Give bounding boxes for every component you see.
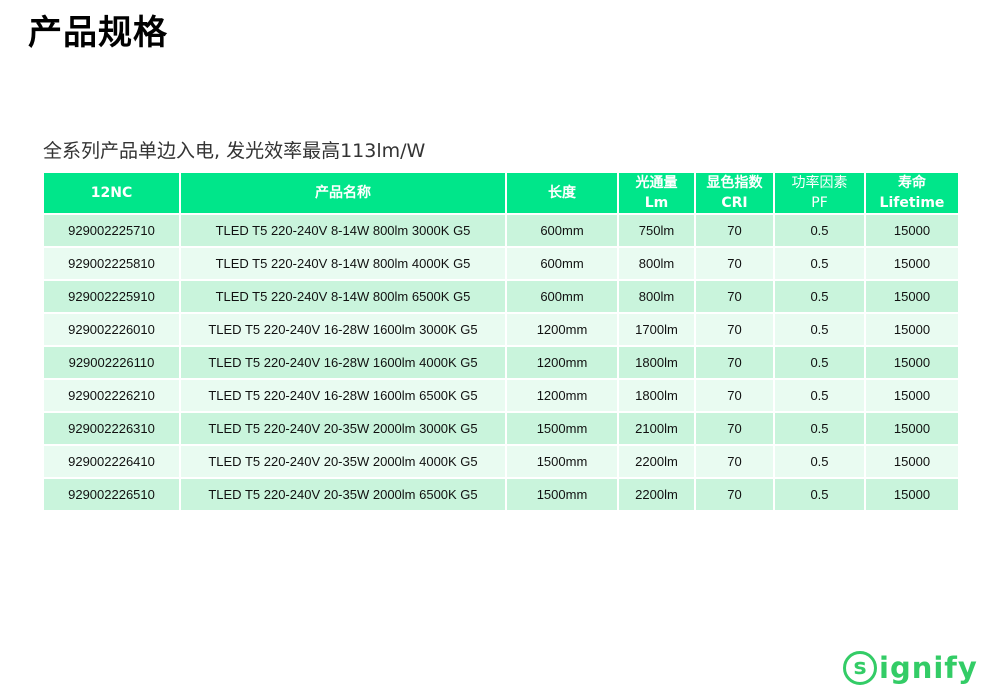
header-pf: 功率因素 PF [775, 173, 864, 213]
cell-length: 600mm [507, 215, 617, 246]
cell-lumen: 2100lm [619, 413, 694, 444]
cell-pf: 0.5 [775, 215, 864, 246]
cell-lumen: 800lm [619, 281, 694, 312]
cell-lumen: 2200lm [619, 479, 694, 510]
cell-12nc: 929002226210 [44, 380, 179, 411]
cell-lifetime: 15000 [866, 347, 958, 378]
page-title: 产品规格 [28, 13, 168, 53]
cell-lifetime: 15000 [866, 446, 958, 477]
table-header-row: 12NC 产品名称 长度 光通量 Lm 显色指数 CRI 功率因素 PF 寿命 Life… [44, 173, 958, 213]
cell-lumen: 1800lm [619, 380, 694, 411]
cell-lifetime: 15000 [866, 215, 958, 246]
page-subtitle: 全系列产品单边入电, 发光效率最高113lm/W [43, 140, 426, 162]
cell-product-name: TLED T5 220-240V 20-35W 2000lm 6500K G5 [181, 479, 505, 510]
cell-12nc: 929002225810 [44, 248, 179, 279]
cell-lumen: 1800lm [619, 347, 694, 378]
cell-12nc: 929002226110 [44, 347, 179, 378]
cell-product-name: TLED T5 220-240V 20-35W 2000lm 3000K G5 [181, 413, 505, 444]
cell-lifetime: 15000 [866, 281, 958, 312]
cell-length: 1500mm [507, 446, 617, 477]
table-row: 929002226310 TLED T5 220-240V 20-35W 200… [44, 413, 958, 444]
cell-pf: 0.5 [775, 347, 864, 378]
cell-12nc: 929002226310 [44, 413, 179, 444]
cell-product-name: TLED T5 220-240V 8-14W 800lm 3000K G5 [181, 215, 505, 246]
cell-pf: 0.5 [775, 380, 864, 411]
cell-lumen: 2200lm [619, 446, 694, 477]
cell-pf: 0.5 [775, 446, 864, 477]
cell-lumen: 1700lm [619, 314, 694, 345]
header-length: 长度 [507, 173, 617, 213]
cell-lifetime: 15000 [866, 314, 958, 345]
cell-lumen: 800lm [619, 248, 694, 279]
table-row: 929002226110 TLED T5 220-240V 16-28W 160… [44, 347, 958, 378]
cell-product-name: TLED T5 220-240V 16-28W 1600lm 4000K G5 [181, 347, 505, 378]
cell-pf: 0.5 [775, 314, 864, 345]
table-row: 929002225910 TLED T5 220-240V 8-14W 800l… [44, 281, 958, 312]
cell-pf: 0.5 [775, 479, 864, 510]
table-row: 929002226410 TLED T5 220-240V 20-35W 200… [44, 446, 958, 477]
cell-12nc: 929002225910 [44, 281, 179, 312]
header-12nc: 12NC [44, 173, 179, 213]
cell-length: 600mm [507, 248, 617, 279]
cell-cri: 70 [696, 248, 773, 279]
logo-text: ignify [879, 651, 978, 685]
cell-length: 1500mm [507, 413, 617, 444]
spec-table: 12NC 产品名称 长度 光通量 Lm 显色指数 CRI 功率因素 PF 寿命 Life… [42, 171, 960, 512]
table-row: 929002225710 TLED T5 220-240V 8-14W 800l… [44, 215, 958, 246]
cell-cri: 70 [696, 314, 773, 345]
header-product-name: 产品名称 [181, 173, 505, 213]
cell-pf: 0.5 [775, 413, 864, 444]
cell-product-name: TLED T5 220-240V 8-14W 800lm 6500K G5 [181, 281, 505, 312]
cell-cri: 70 [696, 347, 773, 378]
cell-product-name: TLED T5 220-240V 16-28W 1600lm 3000K G5 [181, 314, 505, 345]
cell-cri: 70 [696, 479, 773, 510]
table-row: 929002226010 TLED T5 220-240V 16-28W 160… [44, 314, 958, 345]
cell-lifetime: 15000 [866, 380, 958, 411]
cell-pf: 0.5 [775, 281, 864, 312]
cell-lumen: 750lm [619, 215, 694, 246]
cell-length: 1200mm [507, 347, 617, 378]
table-row: 929002225810 TLED T5 220-240V 8-14W 800l… [44, 248, 958, 279]
cell-cri: 70 [696, 281, 773, 312]
header-lumen: 光通量 Lm [619, 173, 694, 213]
cell-lifetime: 15000 [866, 248, 958, 279]
cell-lifetime: 15000 [866, 413, 958, 444]
cell-12nc: 929002225710 [44, 215, 179, 246]
header-cri: 显色指数 CRI [696, 173, 773, 213]
cell-length: 600mm [507, 281, 617, 312]
cell-product-name: TLED T5 220-240V 20-35W 2000lm 4000K G5 [181, 446, 505, 477]
table-row: 929002226210 TLED T5 220-240V 16-28W 160… [44, 380, 958, 411]
cell-product-name: TLED T5 220-240V 16-28W 1600lm 6500K G5 [181, 380, 505, 411]
cell-length: 1500mm [507, 479, 617, 510]
table-row: 929002226510 TLED T5 220-240V 20-35W 200… [44, 479, 958, 510]
cell-product-name: TLED T5 220-240V 8-14W 800lm 4000K G5 [181, 248, 505, 279]
signify-logo: s ignify [843, 648, 978, 688]
cell-cri: 70 [696, 446, 773, 477]
header-lifetime: 寿命 Lifetime [866, 173, 958, 213]
cell-cri: 70 [696, 413, 773, 444]
cell-cri: 70 [696, 380, 773, 411]
cell-12nc: 929002226010 [44, 314, 179, 345]
cell-pf: 0.5 [775, 248, 864, 279]
cell-cri: 70 [696, 215, 773, 246]
cell-lifetime: 15000 [866, 479, 958, 510]
cell-12nc: 929002226410 [44, 446, 179, 477]
cell-length: 1200mm [507, 314, 617, 345]
signify-s-circle-icon: s [843, 651, 877, 685]
cell-12nc: 929002226510 [44, 479, 179, 510]
cell-length: 1200mm [507, 380, 617, 411]
